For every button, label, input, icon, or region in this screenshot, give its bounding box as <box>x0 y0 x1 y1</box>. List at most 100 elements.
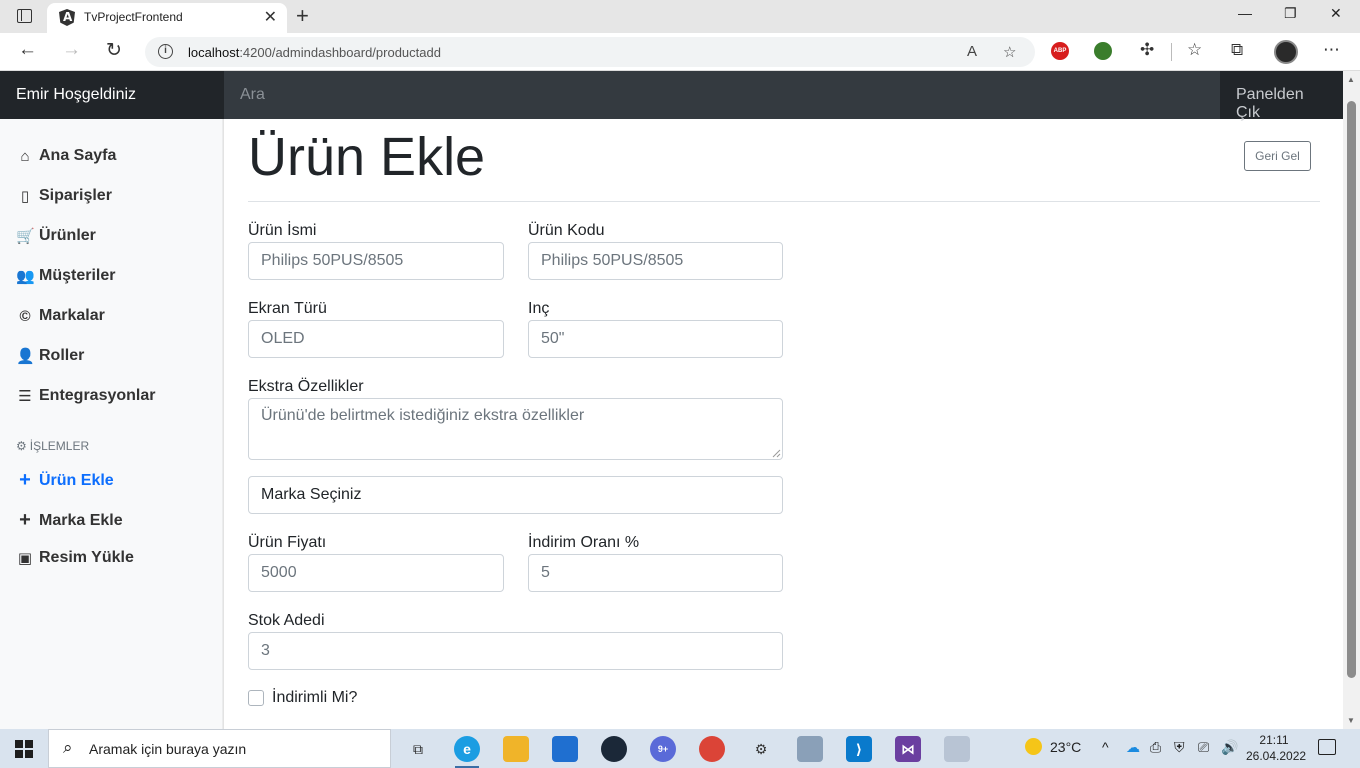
page-title: Ürün Ekle <box>248 127 486 187</box>
inch-input[interactable] <box>528 320 783 358</box>
extra-features-label: Ekstra Özellikler <box>248 378 364 395</box>
extensions-puzzle-icon[interactable]: ✣ <box>1140 40 1154 60</box>
security-icon[interactable]: ⛨ <box>1174 739 1185 756</box>
price-input[interactable] <box>248 554 504 592</box>
url-text[interactable]: localhost:4200/admindashboard/productadd <box>188 45 441 60</box>
resize-grip-icon[interactable] <box>772 449 781 458</box>
read-aloud-icon[interactable]: A <box>967 43 977 60</box>
sidebar-item-add-product[interactable]: + Ürün Ekle <box>16 469 114 492</box>
paint-icon[interactable] <box>944 736 970 762</box>
settings-gear-icon[interactable]: ⚙ <box>748 736 774 762</box>
reload-icon[interactable]: ↻ <box>106 39 122 62</box>
users-icon: 👥 <box>16 268 35 285</box>
favorites-icon[interactable]: ☆ <box>1187 40 1202 60</box>
discord-icon[interactable]: 9+ <box>650 736 676 762</box>
minimize-icon[interactable]: — <box>1238 5 1252 21</box>
notification-icon[interactable] <box>1318 739 1336 755</box>
home-icon: ⌂ <box>20 147 30 165</box>
sidebar-item-home[interactable]: ⌂ Ana Sayfa <box>16 147 116 165</box>
visual-studio-icon[interactable]: ⋈ <box>895 736 921 762</box>
back-button[interactable]: Geri Gel <box>1244 141 1311 171</box>
page-scrollbar[interactable]: ▲ ▼ <box>1343 71 1360 729</box>
url-field[interactable]: i localhost:4200/admindashboard/producta… <box>145 37 1035 67</box>
volume-icon[interactable]: 🔊 <box>1221 739 1238 756</box>
discount-rate-input[interactable] <box>528 554 783 592</box>
site-info-icon[interactable]: i <box>158 44 173 59</box>
signout-link[interactable]: Panelden Çık <box>1220 71 1343 121</box>
product-code-input[interactable] <box>528 242 783 280</box>
network-icon[interactable]: ⎚ <box>1198 739 1209 756</box>
weather-widget[interactable]: 23°C <box>1025 738 1081 755</box>
extra-features-textarea[interactable] <box>248 398 783 460</box>
sidebar-item-customers[interactable]: 👥 Müşteriler <box>16 267 115 285</box>
sidebar-item-orders[interactable]: ▯ Siparişler <box>16 187 112 205</box>
sidebar-item-integrations[interactable]: ☰ Entegrasyonlar <box>16 387 155 405</box>
back-arrow-icon[interactable]: ← <box>18 39 37 61</box>
usb-icon[interactable]: ⎙ <box>1150 739 1161 756</box>
forward-arrow-icon[interactable]: → <box>62 39 81 61</box>
scroll-down-icon[interactable]: ▼ <box>1347 716 1355 725</box>
discounted-label[interactable]: İndirimli Mi? <box>272 689 357 707</box>
task-view-icon[interactable]: ⧉ <box>405 736 431 762</box>
new-tab-icon[interactable]: + <box>296 3 309 29</box>
tab-title: TvProjectFrontend <box>84 10 183 24</box>
window-close-icon[interactable]: ✕ <box>1330 5 1342 22</box>
layers-icon: ☰ <box>18 388 32 405</box>
sidebar-item-label: Resim Yükle <box>39 549 134 566</box>
sidebar-item-roles[interactable]: 👤 Roller <box>16 347 84 365</box>
brand-select[interactable]: Marka Seçiniz <box>248 476 783 514</box>
photos-icon[interactable] <box>797 736 823 762</box>
sidebar-item-products[interactable]: 🛒 Ürünler <box>16 227 96 245</box>
weather-sun-icon <box>1025 738 1042 755</box>
system-clock[interactable]: 21:11 26.04.2022 <box>1246 732 1306 764</box>
tab-actions-icon[interactable] <box>17 9 32 23</box>
adblock-extension-icon[interactable]: ABP <box>1051 42 1069 60</box>
stock-input[interactable] <box>248 632 783 670</box>
product-name-input[interactable] <box>248 242 504 280</box>
edge-icon[interactable]: e <box>454 736 480 762</box>
taskbar-search-box[interactable]: ⌕ Aramak için buraya yazın <box>48 729 391 768</box>
sidebar: ⌂ Ana Sayfa ▯ Siparişler 🛒 Ürünler 👥 Müş… <box>0 119 224 729</box>
navbar-brand[interactable]: Emir Hoşgeldiniz <box>0 71 224 119</box>
sidebar-item-label: Marka Ekle <box>39 511 123 529</box>
inch-label: Inç <box>528 300 550 317</box>
store-icon[interactable] <box>552 736 578 762</box>
more-menu-icon[interactable]: ⋯ <box>1323 40 1340 60</box>
sidebar-item-upload-image[interactable]: ▣ Resim Yükle <box>16 549 134 567</box>
sidebar-item-brands[interactable]: © Markalar <box>16 307 104 325</box>
scroll-up-icon[interactable]: ▲ <box>1347 75 1355 84</box>
sidebar-item-add-brand[interactable]: + Marka Ekle <box>16 509 123 532</box>
app-navbar: Emir Hoşgeldiniz Panelden Çık <box>0 71 1343 121</box>
onedrive-icon[interactable]: ☁ <box>1126 739 1140 756</box>
address-bar: ← → ↻ i localhost:4200/admindashboard/pr… <box>0 33 1360 71</box>
screen-type-label: Ekran Türü <box>248 300 327 317</box>
add-favorite-icon[interactable]: ☆ <box>1003 43 1016 61</box>
vscode-icon[interactable]: ⟩ <box>846 736 872 762</box>
restore-icon[interactable]: ❐ <box>1284 5 1297 22</box>
price-label: Ürün Fiyatı <box>248 534 327 551</box>
sidebar-item-label: Entegrasyonlar <box>39 387 156 404</box>
sidebar-item-label: Roller <box>39 347 85 364</box>
clock-time: 21:11 <box>1259 733 1289 747</box>
profile-avatar[interactable] <box>1274 40 1298 64</box>
search-input[interactable] <box>224 71 1220 119</box>
close-tab-icon[interactable]: ✕ <box>264 7 277 27</box>
discounted-checkbox[interactable] <box>248 690 264 706</box>
tray-chevron-icon[interactable]: ^ <box>1102 739 1109 755</box>
screen-type-input[interactable] <box>248 320 504 358</box>
toolbar-separator <box>1171 43 1172 61</box>
user-gear-icon: 👤 <box>16 348 35 365</box>
plus-icon: + <box>19 509 31 531</box>
collections-icon[interactable]: ⧉ <box>1231 40 1243 60</box>
file-explorer-icon[interactable] <box>503 736 529 762</box>
scroll-thumb[interactable] <box>1347 101 1356 678</box>
image-icon: ▣ <box>17 550 33 567</box>
chrome-icon[interactable] <box>699 736 725 762</box>
sidebar-section-heading: ⚙ İŞLEMLER <box>16 439 90 453</box>
windows-start-icon[interactable] <box>15 740 33 758</box>
discount-rate-label: İndirim Oranı % <box>528 534 640 551</box>
browser-tab[interactable]: TvProjectFrontend ✕ <box>47 3 287 33</box>
extension-icon[interactable] <box>1094 42 1112 60</box>
steam-icon[interactable] <box>601 736 627 762</box>
sidebar-item-label: Ana Sayfa <box>39 147 117 164</box>
